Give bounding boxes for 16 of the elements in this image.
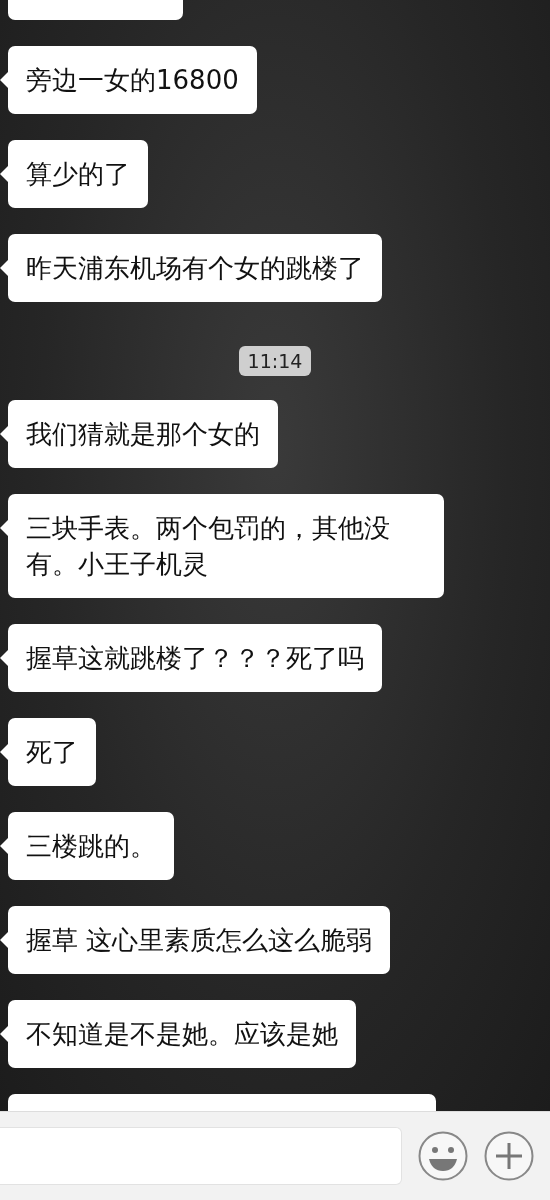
message-bubble: 握草 这心里素质怎么这么脆弱 bbox=[8, 906, 391, 974]
message-bubble: 旁边一女的16800 bbox=[8, 46, 257, 114]
smiley-icon bbox=[418, 1131, 468, 1181]
add-button[interactable] bbox=[484, 1131, 534, 1181]
message-bubble: 握草这就跳楼了？？？死了吗 bbox=[8, 624, 382, 692]
message-input[interactable] bbox=[0, 1127, 402, 1185]
message-bubble: 死了 bbox=[8, 718, 96, 786]
message-bubble: 算少的了 bbox=[8, 140, 148, 208]
message-bubble: 昨天浦东机场有个女的跳楼了 bbox=[8, 234, 382, 302]
message-bubble: 不知道是不是她。应该是她 bbox=[8, 1000, 356, 1068]
plus-icon bbox=[484, 1131, 534, 1181]
message-bubble: 三块手表。两个包罚的，其他没有。小王子机灵 bbox=[8, 494, 444, 598]
message-bubble: 三楼跳的。 bbox=[8, 812, 174, 880]
timestamp: 11:14 bbox=[238, 346, 312, 376]
message-bubble: 我们猜就是那个女的 bbox=[8, 400, 278, 468]
emoji-button[interactable] bbox=[418, 1131, 468, 1181]
